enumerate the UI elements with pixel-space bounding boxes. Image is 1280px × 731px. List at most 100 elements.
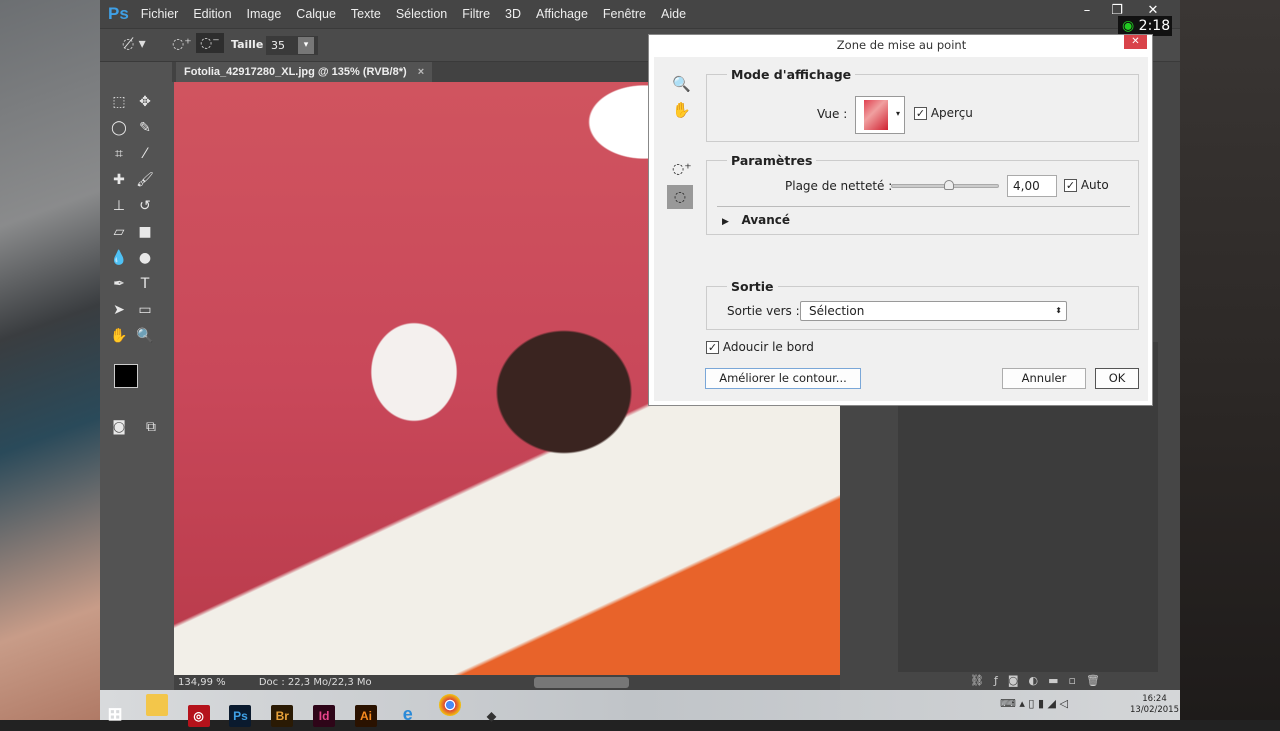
horizontal-scrollbar[interactable] (534, 677, 629, 688)
clock-date: 13/02/2015 (1130, 705, 1179, 715)
marquee-tool-icon[interactable]: ⬚ (106, 89, 132, 115)
zoom-tool-icon[interactable]: 🔍 (672, 75, 691, 93)
menu-edition[interactable]: Edition (193, 7, 231, 21)
expand-triangle-icon: ▶ (722, 217, 729, 227)
menu-image[interactable]: Image (247, 7, 282, 21)
preview-label: Aperçu (930, 106, 973, 120)
history-brush-icon[interactable]: ↺ (132, 193, 158, 219)
menu-selection[interactable]: Sélection (396, 7, 447, 21)
app-icon[interactable]: ◆ (480, 705, 502, 727)
sharpness-value-field[interactable]: 4,00 (1007, 175, 1057, 197)
auto-check-icon[interactable]: ✓ (1064, 179, 1077, 192)
eraser-tool-icon[interactable]: ▱ (106, 219, 132, 245)
add-to-selection-icon[interactable]: ◌⁺ (172, 36, 192, 52)
file-explorer-icon[interactable] (145, 694, 168, 716)
background-left (0, 0, 100, 720)
timer-text: 2:18 (1138, 18, 1171, 34)
healing-brush-icon[interactable]: ✚ (106, 167, 132, 193)
quick-mask-icon[interactable]: ◙ (106, 414, 132, 440)
menu-aide[interactable]: Aide (661, 7, 686, 21)
dodge-tool-icon[interactable]: ● (132, 245, 158, 271)
menu-fenetre[interactable]: Fenêtre (603, 7, 646, 21)
pen-tool-icon[interactable]: ✒ (106, 271, 132, 297)
view-thumbnail (864, 100, 888, 130)
system-tray-icons[interactable]: ⌨ ▴ ▯ ▮ ◢ ◁ (1000, 697, 1068, 710)
move-tool-icon[interactable]: ✥ (132, 89, 158, 115)
photoshop-taskbar-icon[interactable]: Ps (229, 705, 252, 727)
display-mode-group: Mode d'affichage Vue : ▾ ✓ Aperçu (706, 67, 1139, 142)
menu-affichage[interactable]: Affichage (536, 7, 588, 21)
output-to-select[interactable]: Sélection ⬍ (800, 301, 1067, 321)
menu-filtre[interactable]: Filtre (462, 7, 490, 21)
doc-info: Doc : 22,3 Mo/22,3 Mo (258, 677, 372, 688)
brush-tool-icon[interactable]: 🖌 (132, 167, 158, 193)
subtract-from-selection-icon[interactable]: ◌⁻ (196, 33, 224, 53)
chrome-icon[interactable] (438, 694, 461, 716)
stamp-tool-icon[interactable]: ⊥ (106, 193, 132, 219)
ok-button[interactable]: OK (1095, 368, 1139, 389)
creative-cloud-icon[interactable]: ◎ (187, 705, 210, 727)
toolbox: ⬚ ✥ ◯ ✎ ⌗ ⁄ ✚ 🖌 ⊥ ↺ ▱ ■ 💧 ● ✒ T ➤ ▭ ✋ 🔍 ◙ ⧉ (102, 74, 168, 444)
display-mode-legend: Mode d'affichage (727, 67, 856, 82)
output-to-label: Sortie vers : (727, 304, 800, 318)
soften-check-icon[interactable]: ✓ (706, 341, 719, 354)
blur-tool-icon[interactable]: 💧 (106, 245, 132, 271)
screen-mode-icon[interactable]: ⧉ (138, 414, 164, 440)
layer-panel-buttons[interactable]: ⛓ƒ◙◐▬▫🗑 (970, 674, 1110, 687)
lasso-tool-icon[interactable]: ◯ (106, 115, 132, 141)
gradient-tool-icon[interactable]: ■ (132, 219, 158, 245)
auto-label: Auto (1080, 178, 1109, 192)
view-dropdown-arrow-icon: ▾ (896, 109, 901, 118)
document-tab-bar: Fotolia_42917280_XL.jpg @ 135% (RVB/8*) … (172, 62, 652, 82)
shape-tool-icon[interactable]: ▭ (132, 297, 158, 323)
soften-edge-checkbox[interactable]: ✓ Adoucir le bord (706, 340, 814, 354)
hand-tool-icon[interactable]: ✋ (106, 323, 132, 349)
zoom-level[interactable]: 134,99 % (178, 677, 226, 688)
quick-selection-preset-icon[interactable]: ◌̸ ▾ (122, 36, 146, 52)
dialog-title: Zone de mise au point (836, 38, 967, 52)
document-tab-title: Fotolia_42917280_XL.jpg @ 135% (RVB/8*) (184, 66, 407, 78)
crop-tool-icon[interactable]: ⌗ (106, 141, 132, 167)
sharpness-slider[interactable] (891, 180, 999, 190)
focus-area-add-tool-icon[interactable]: ◌⁺ (672, 161, 692, 177)
focus-area-subtract-tool-icon[interactable]: ◌ (667, 185, 693, 209)
tab-close-icon[interactable]: × (418, 66, 424, 78)
eyedropper-tool-icon[interactable]: ⁄ (132, 141, 158, 167)
clock[interactable]: 16:24 13/02/2015 (1130, 694, 1179, 716)
dialog-close-button[interactable]: ✕ (1124, 35, 1147, 49)
bridge-taskbar-icon[interactable]: Br (271, 705, 294, 727)
indesign-taskbar-icon[interactable]: Id (313, 705, 336, 727)
preview-checkbox[interactable]: ✓ Aperçu (914, 106, 973, 120)
minimize-button[interactable]: – (1072, 0, 1102, 22)
menu-calque[interactable]: Calque (296, 7, 336, 21)
view-label: Vue : (817, 107, 848, 121)
preview-check-icon[interactable]: ✓ (914, 107, 927, 120)
cancel-button[interactable]: Annuler (1002, 368, 1086, 389)
output-legend: Sortie (727, 279, 778, 294)
internet-explorer-icon[interactable]: e (397, 703, 419, 725)
ps-logo: Ps (108, 4, 129, 23)
start-button-icon[interactable]: ⊞ (104, 703, 126, 725)
parameters-group: Paramètres Plage de netteté : 4,00 ✓ Aut… (706, 153, 1139, 235)
refine-edge-button[interactable]: Améliorer le contour... (705, 368, 861, 389)
menu-3d[interactable]: 3D (505, 7, 521, 21)
path-selection-icon[interactable]: ➤ (106, 297, 132, 323)
auto-checkbox[interactable]: ✓ Auto (1064, 178, 1109, 192)
sharpness-range-label: Plage de netteté : (785, 179, 893, 193)
menu-fichier[interactable]: Fichier (141, 7, 179, 21)
soften-edge-label: Adoucir le bord (722, 340, 814, 354)
clock-time: 16:24 (1142, 694, 1167, 704)
view-thumbnail-dropdown[interactable]: ▾ (855, 96, 905, 134)
foreground-color-swatch[interactable] (114, 364, 138, 388)
timer-badge: ◉ 2:18 (1118, 16, 1172, 36)
size-dropdown-arrow-icon[interactable]: ▾ (298, 37, 314, 54)
slider-thumb[interactable] (943, 180, 954, 190)
quick-selection-tool-icon[interactable]: ✎ (132, 115, 158, 141)
advanced-toggle[interactable]: ▶ Avancé (722, 213, 790, 227)
hand-tool-icon[interactable]: ✋ (672, 101, 691, 119)
document-tab[interactable]: Fotolia_42917280_XL.jpg @ 135% (RVB/8*) … (176, 62, 433, 82)
illustrator-taskbar-icon[interactable]: Ai (354, 705, 377, 727)
zoom-tool-icon[interactable]: 🔍 (132, 323, 158, 349)
menu-texte[interactable]: Texte (351, 7, 381, 21)
type-tool-icon[interactable]: T (132, 271, 158, 297)
